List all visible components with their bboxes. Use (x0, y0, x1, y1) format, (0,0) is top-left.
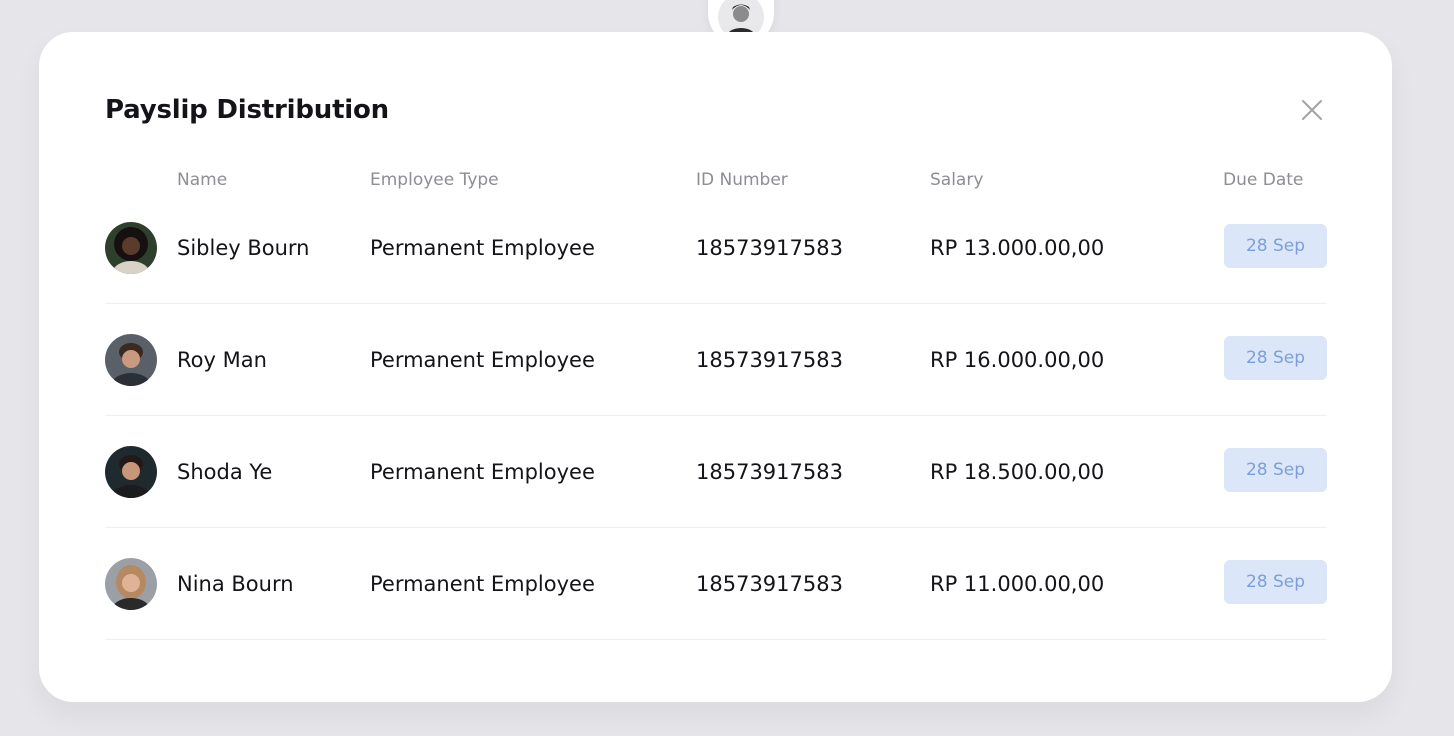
close-icon[interactable] (1298, 96, 1326, 124)
due-date-badge[interactable]: 28 Sep (1224, 560, 1327, 604)
employee-avatar (105, 334, 157, 386)
employee-photo-icon (105, 446, 157, 498)
employee-id-number: 18573917583 (696, 460, 843, 484)
column-header-name[interactable]: Name (177, 170, 227, 190)
employee-id-number: 18573917583 (696, 572, 843, 596)
employee-salary: RP 16.000.00,00 (930, 348, 1105, 372)
due-date-badge[interactable]: 28 Sep (1224, 448, 1327, 492)
employee-name: Shoda Ye (177, 460, 273, 484)
due-date-badge[interactable]: 28 Sep (1224, 336, 1327, 380)
due-date-badge[interactable]: 28 Sep (1224, 224, 1327, 268)
employee-type: Permanent Employee (370, 236, 595, 260)
employee-name: Sibley Bourn (177, 236, 310, 260)
column-header-id-number[interactable]: ID Number (696, 170, 788, 190)
employee-photo-icon (105, 334, 157, 386)
employee-type: Permanent Employee (370, 348, 595, 372)
payslip-distribution-modal: Payslip Distribution Name Employee Type … (39, 32, 1392, 702)
employee-photo-icon (105, 222, 157, 274)
employee-type: Permanent Employee (370, 460, 595, 484)
avatar-face (122, 237, 140, 255)
table-header: Name Employee Type ID Number Salary Due … (39, 170, 1392, 194)
table-row[interactable]: Sibley Bourn Permanent Employee 18573917… (105, 192, 1327, 304)
employee-type: Permanent Employee (370, 572, 595, 596)
employee-avatar (105, 446, 157, 498)
table-row[interactable]: Nina Bourn Permanent Employee 1857391758… (105, 528, 1327, 640)
column-header-salary[interactable]: Salary (930, 170, 983, 190)
avatar-face (122, 350, 140, 368)
modal-title: Payslip Distribution (105, 95, 389, 125)
column-header-due-date[interactable]: Due Date (1223, 170, 1303, 190)
payslip-table-body: Sibley Bourn Permanent Employee 18573917… (105, 192, 1327, 640)
employee-salary: RP 11.000.00,00 (930, 572, 1105, 596)
avatar-face (122, 462, 140, 480)
employee-avatar (105, 558, 157, 610)
employee-salary: RP 13.000.00,00 (930, 236, 1105, 260)
employee-id-number: 18573917583 (696, 348, 843, 372)
column-header-employee-type[interactable]: Employee Type (370, 170, 499, 190)
avatar-face (122, 574, 140, 592)
employee-name: Roy Man (177, 348, 267, 372)
table-row[interactable]: Shoda Ye Permanent Employee 18573917583 … (105, 416, 1327, 528)
table-row[interactable]: Roy Man Permanent Employee 18573917583 R… (105, 304, 1327, 416)
employee-name: Nina Bourn (177, 572, 294, 596)
employee-id-number: 18573917583 (696, 236, 843, 260)
employee-photo-icon (105, 558, 157, 610)
employee-avatar (105, 222, 157, 274)
employee-salary: RP 18.500.00,00 (930, 460, 1105, 484)
